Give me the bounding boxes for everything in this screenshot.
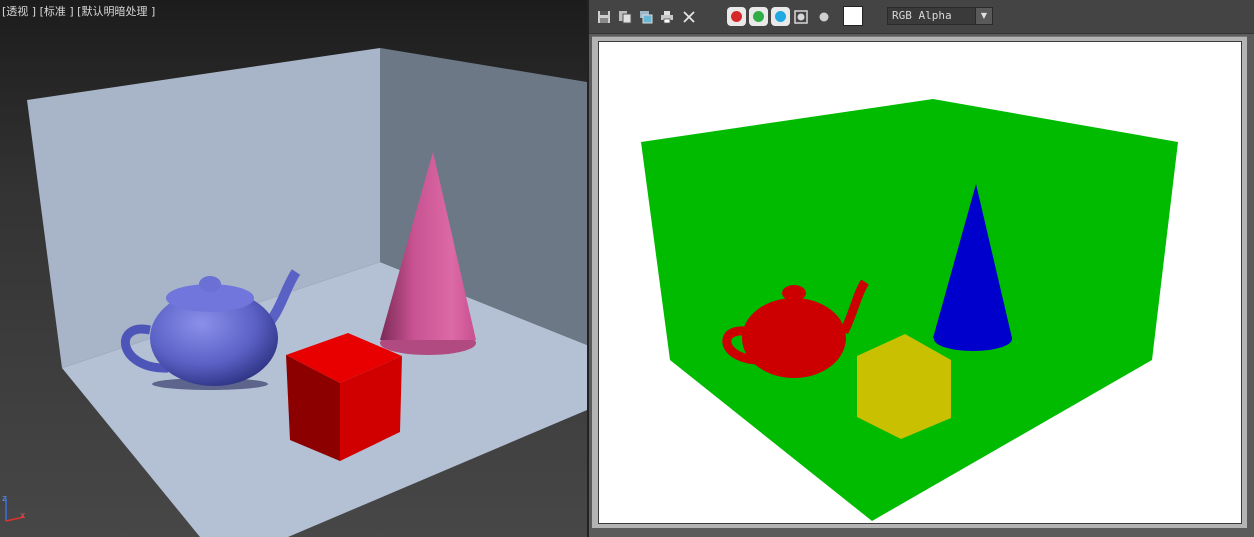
- alpha-channel-icon[interactable]: [792, 8, 810, 26]
- viewport-scene: z x: [2, 48, 587, 537]
- green-channel-icon: [753, 11, 764, 22]
- render-toolbar: RGB Alpha ▼: [589, 0, 1254, 34]
- rendered-image: [598, 41, 1242, 524]
- clone-icon[interactable]: [637, 8, 655, 26]
- viewport-label[interactable]: [透视 ] [标准 ] [默认明暗处理 ]: [2, 3, 155, 19]
- render-area-border: [592, 36, 1247, 528]
- mono-icon[interactable]: [815, 8, 833, 26]
- axis-gizmo: z x: [2, 494, 26, 522]
- perspective-viewport[interactable]: z x [透视 ] [标准 ] [默认明暗处理 ]: [0, 0, 587, 537]
- blue-channel-icon: [775, 11, 786, 22]
- render-frame-window: RGB Alpha ▼: [589, 0, 1254, 537]
- render-room: [641, 99, 1178, 521]
- blue-channel-toggle[interactable]: [771, 7, 790, 26]
- close-icon[interactable]: [680, 8, 698, 26]
- copy-icon[interactable]: [616, 8, 634, 26]
- axis-z-label: z: [2, 494, 7, 504]
- viewport-label-mode[interactable]: [标准 ]: [36, 5, 74, 18]
- axis-x-label: x: [20, 511, 26, 521]
- red-channel-toggle[interactable]: [727, 7, 746, 26]
- render-scene: [641, 99, 1178, 521]
- green-channel-toggle[interactable]: [749, 7, 768, 26]
- channel-display-value: RGB Alpha: [892, 9, 952, 22]
- background-color-swatch[interactable]: [843, 6, 863, 26]
- red-channel-icon: [731, 11, 742, 22]
- chevron-down-icon[interactable]: ▼: [975, 8, 992, 24]
- save-icon[interactable]: [595, 8, 613, 26]
- channel-display-dropdown[interactable]: RGB Alpha ▼: [887, 7, 993, 25]
- print-icon[interactable]: [658, 8, 676, 26]
- viewport-label-shading[interactable]: [默认明暗处理 ]: [74, 5, 155, 18]
- viewport-label-view[interactable]: [透视 ]: [2, 5, 36, 18]
